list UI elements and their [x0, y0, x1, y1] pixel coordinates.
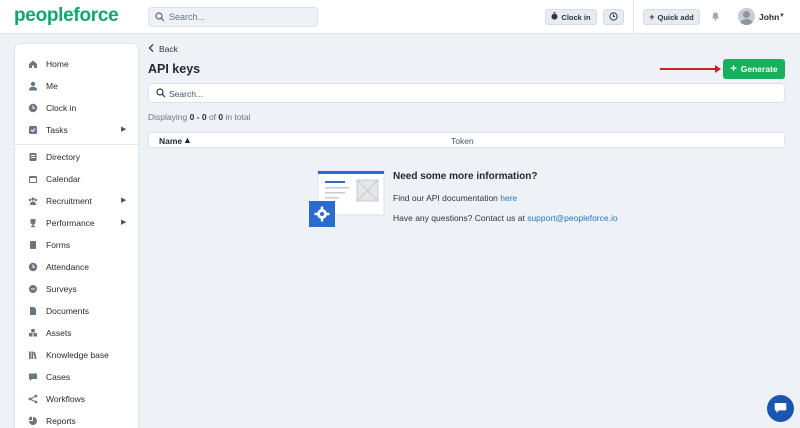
sidebar-item-label: Clock in [46, 103, 77, 113]
sidebar-item-label: Performance [46, 218, 95, 228]
plus-icon: + [730, 62, 737, 75]
sidebar-item-label: Documents [46, 306, 89, 316]
api-keys-table-header: Name ▲ Token [148, 132, 785, 148]
info-documentation-line: Find our API documentation here [393, 193, 518, 203]
directory-icon [28, 152, 38, 162]
quick-add-label: Quick add [657, 12, 694, 22]
chevron-down-icon[interactable]: ▼ [779, 13, 785, 19]
document-icon [28, 306, 38, 316]
home-icon [28, 59, 38, 69]
sidebar-item-label: Cases [46, 372, 71, 382]
sidebar-item-workflows[interactable]: Workflows [15, 389, 140, 409]
sidebar-item-label: Workflows [46, 394, 86, 404]
page-title: API keys [148, 62, 201, 76]
sidebar-item-label: Tasks [46, 125, 68, 135]
sidebar-item-label: Attendance [46, 262, 90, 272]
attendance-icon [28, 262, 38, 272]
support-chat-button[interactable] [767, 395, 794, 422]
back-label: Back [159, 44, 178, 54]
sidebar-item-label: Knowledge base [46, 350, 109, 360]
global-search[interactable] [148, 7, 318, 27]
column-header-name[interactable]: Name [159, 136, 182, 146]
survey-icon [28, 284, 38, 294]
workflow-icon [28, 394, 38, 404]
stopwatch-icon [551, 12, 558, 22]
sidebar-item-calendar[interactable]: Calendar [15, 169, 140, 189]
sidebar-item-label: Reports [46, 416, 76, 426]
top-bar: peopleforce Clock in + Quick add John ▼ [0, 0, 800, 34]
quick-add-button[interactable]: + Quick add [643, 9, 700, 25]
support-email-link[interactable]: support@peopleforce.io [527, 213, 617, 223]
plus-icon: + [649, 12, 655, 22]
sidebar-item-clock-in[interactable]: Clock in [15, 98, 140, 118]
sidebar-item-assets[interactable]: Assets [15, 323, 140, 343]
person-icon [28, 81, 38, 91]
avatar[interactable] [738, 8, 755, 25]
annotation-arrow [660, 65, 721, 73]
sidebar-item-home[interactable]: Home [15, 54, 140, 74]
sidebar-item-knowledge-base[interactable]: Knowledge base [15, 345, 140, 365]
column-header-token: Token [451, 136, 474, 146]
info-title: Need some more information? [393, 171, 538, 182]
report-icon [28, 416, 38, 426]
generate-label: Generate [740, 64, 778, 74]
clock-in-label: Clock in [561, 12, 591, 22]
sidebar-item-label: Assets [46, 328, 72, 338]
team-icon [28, 196, 38, 206]
topbar-divider [633, 0, 634, 34]
generate-button[interactable]: + Generate [723, 59, 785, 79]
peopleforce-logo[interactable]: peopleforce [14, 5, 119, 27]
sidebar-item-documents[interactable]: Documents [15, 301, 140, 321]
search-icon [155, 12, 165, 24]
forms-icon [28, 240, 38, 250]
library-icon [28, 350, 38, 360]
sidebar-item-surveys[interactable]: Surveys [15, 279, 140, 299]
sidebar-item-me[interactable]: Me [15, 76, 140, 96]
bell-icon[interactable] [711, 11, 720, 23]
clock-icon [28, 103, 38, 113]
clock-in-button[interactable]: Clock in [545, 9, 597, 25]
chat-icon [774, 402, 787, 416]
chevron-right-icon: ▶ [121, 126, 127, 133]
documentation-link[interactable]: here [500, 193, 517, 203]
sidebar: Home Me Clock in Tasks ▶ Directory Calen… [14, 43, 140, 428]
sidebar-item-label: Directory [46, 152, 81, 162]
sidebar-item-reports[interactable]: Reports [15, 411, 140, 428]
clock-icon [609, 11, 618, 23]
sidebar-item-tasks[interactable]: Tasks ▶ [15, 120, 140, 140]
back-link[interactable]: Back [148, 44, 178, 54]
sidebar-item-forms[interactable]: Forms [15, 235, 140, 255]
calendar-icon [28, 174, 38, 184]
sidebar-item-label: Home [46, 59, 69, 69]
settings-illustration [308, 169, 386, 229]
sidebar-item-label: Forms [46, 240, 71, 250]
timesheet-button[interactable] [603, 9, 624, 25]
chevron-left-icon [148, 44, 154, 54]
assets-icon [28, 328, 38, 338]
sidebar-item-recruitment[interactable]: Recruitment ▶ [15, 191, 140, 211]
checkbox-icon [28, 125, 38, 135]
sidebar-item-label: Recruitment [46, 196, 92, 206]
sidebar-item-directory[interactable]: Directory [15, 147, 140, 167]
chevron-right-icon: ▶ [121, 219, 127, 226]
sidebar-divider [15, 144, 140, 145]
results-count: Displaying 0 - 0 of 0 in total [148, 112, 251, 122]
chat-icon [28, 372, 38, 382]
sidebar-item-label: Me [46, 81, 58, 91]
sidebar-item-performance[interactable]: Performance ▶ [15, 213, 140, 233]
chevron-right-icon: ▶ [121, 197, 127, 204]
sidebar-item-attendance[interactable]: Attendance [15, 257, 140, 277]
sort-ascending-icon[interactable]: ▲ [183, 135, 192, 145]
trophy-icon [28, 218, 38, 228]
api-keys-search[interactable] [148, 83, 785, 103]
global-search-input[interactable] [169, 10, 309, 24]
api-keys-search-input[interactable] [169, 87, 769, 100]
user-name[interactable]: John [759, 12, 779, 22]
info-contact-line: Have any questions? Contact us at suppor… [393, 213, 618, 223]
sidebar-item-cases[interactable]: Cases [15, 367, 140, 387]
search-icon [156, 88, 166, 100]
sidebar-item-label: Surveys [46, 284, 77, 294]
sidebar-item-label: Calendar [46, 174, 81, 184]
